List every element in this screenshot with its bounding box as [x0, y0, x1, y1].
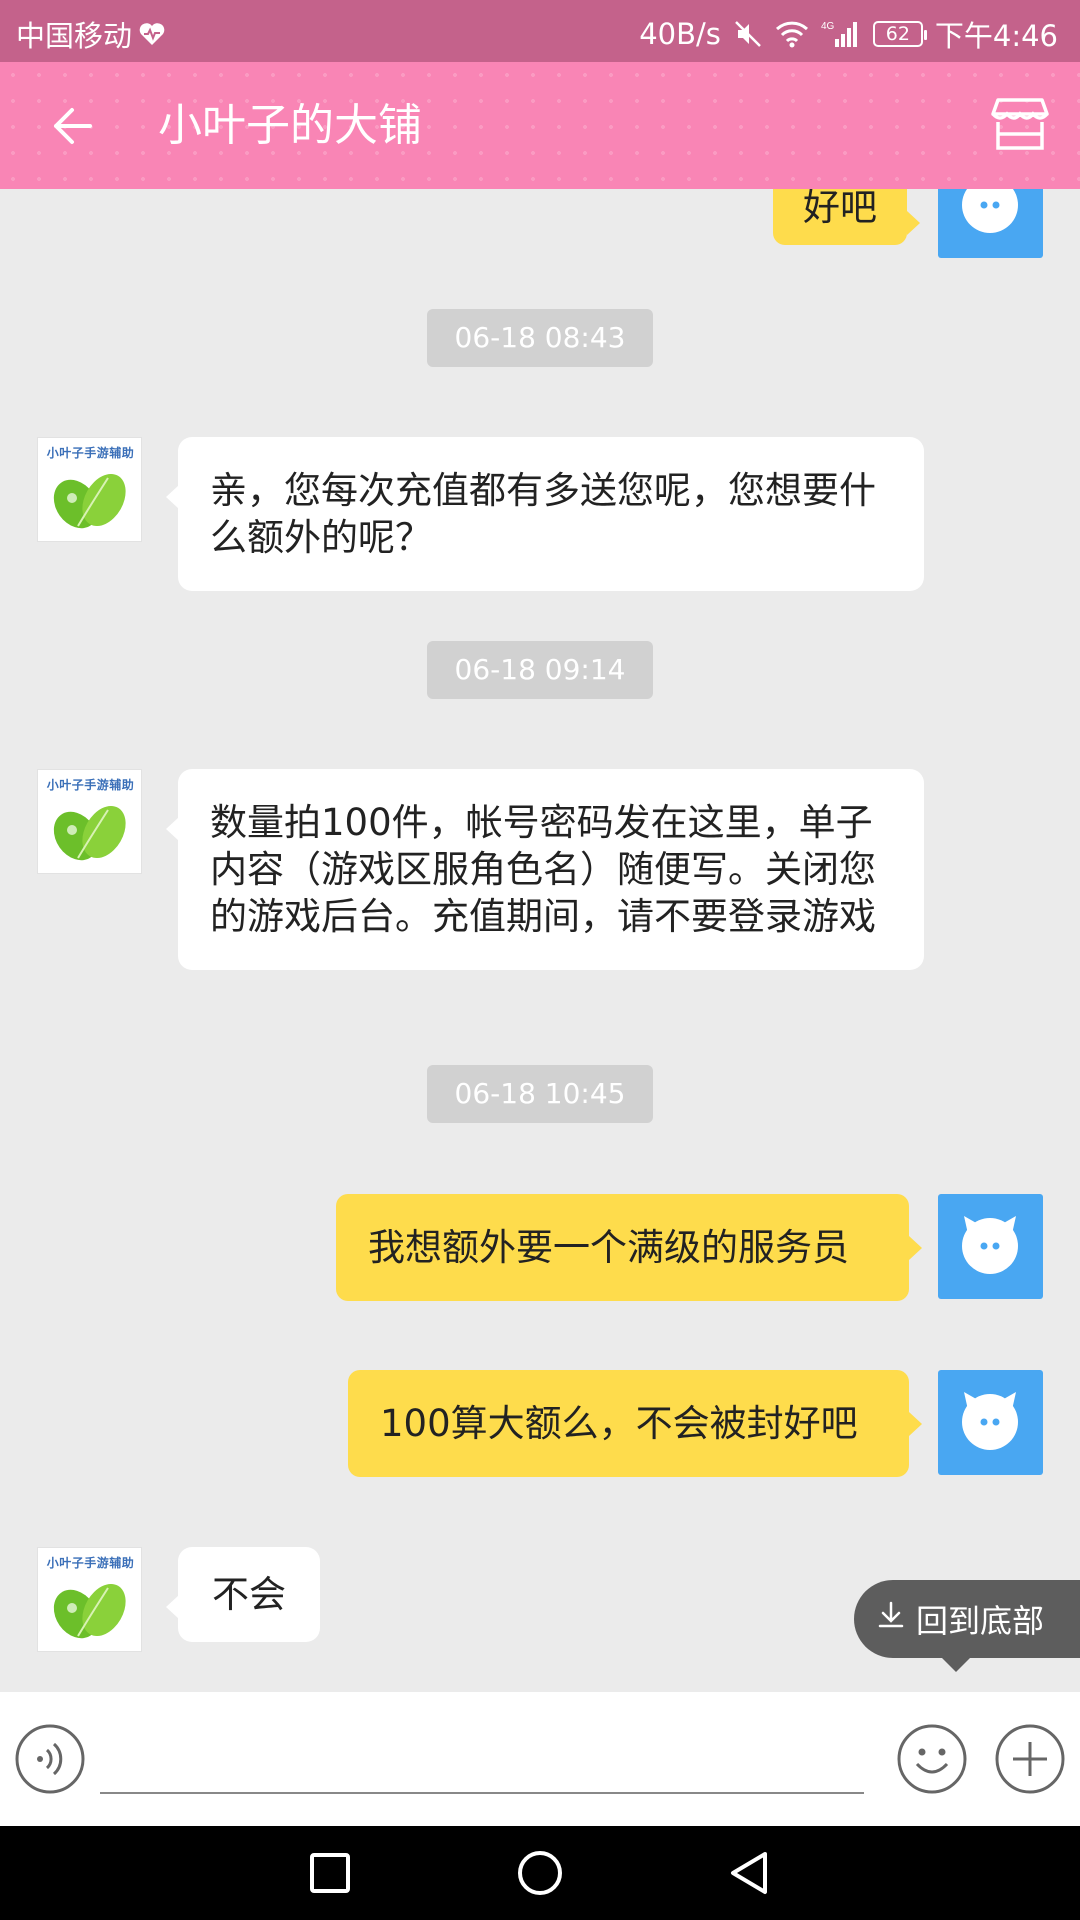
scroll-to-bottom-button[interactable]: 回到底部: [854, 1580, 1080, 1672]
timestamp: 06-18 09:14: [427, 641, 653, 699]
seller-avatar[interactable]: 小叶子手游辅助: [37, 769, 142, 874]
signal-4g-icon: 4G: [821, 19, 861, 49]
plus-icon[interactable]: [995, 1724, 1065, 1794]
leaf-logo-icon: [53, 1583, 126, 1639]
message-bubble-sent[interactable]: 好吧: [773, 189, 920, 245]
mute-icon: [733, 19, 763, 49]
scroll-to-bottom-label: 回到底部: [916, 1602, 1045, 1640]
message-text: 数量拍100件，帐号密码发在这里，单子内容（游戏区服角色名）随便写。关闭您的游戏…: [210, 801, 876, 938]
my-avatar[interactable]: [938, 189, 1043, 258]
message-bubble-received[interactable]: 数量拍100件，帐号密码发在这里，单子内容（游戏区服角色名）随便写。关闭您的游戏…: [166, 769, 924, 970]
system-navigation-bar: [0, 1826, 1080, 1920]
message-text: 我想额外要一个满级的服务员: [368, 1226, 849, 1269]
clock: 下午4:46: [934, 19, 1058, 53]
seller-avatar[interactable]: 小叶子手游辅助: [37, 437, 142, 542]
chat-header: 小叶子的大铺: [0, 62, 1080, 189]
message-text: 亲，您每次充值都有多送您呢，您想要什么额外的呢？: [210, 469, 876, 559]
storefront-icon[interactable]: [990, 96, 1050, 152]
page-title: 小叶子的大铺: [158, 100, 422, 151]
my-avatar[interactable]: [938, 1194, 1043, 1299]
voice-icon[interactable]: [15, 1724, 85, 1794]
timestamp: 06-18 08:43: [427, 309, 653, 367]
net-speed: 40B/s: [639, 17, 721, 51]
seller-avatar[interactable]: 小叶子手游辅助: [37, 1547, 142, 1652]
message-bubble-received[interactable]: 不会: [166, 1547, 320, 1642]
message-text: 100算大额么，不会被封好吧: [380, 1402, 858, 1445]
message-bubble-sent[interactable]: 100算大额么，不会被封好吧: [348, 1370, 922, 1477]
message-input[interactable]: [100, 1724, 864, 1794]
message-bubble-sent[interactable]: 我想额外要一个满级的服务员: [336, 1194, 922, 1301]
chat-message-list[interactable]: 好吧 06-18 08:43 小叶子手游辅助 亲，您每次充值都有多送您呢，您想要…: [0, 189, 1080, 1692]
back-arrow-icon[interactable]: [46, 98, 102, 154]
leaf-logo-icon: [53, 473, 126, 529]
message-input-bar: [0, 1692, 1080, 1826]
status-bar: 中国移动 40B/s 4G 62 下午4:46: [0, 0, 1080, 62]
message-bubble-received[interactable]: 亲，您每次充值都有多送您呢，您想要什么额外的呢？: [166, 437, 924, 591]
leaf-logo-icon: [53, 805, 126, 861]
emoji-icon[interactable]: [897, 1724, 967, 1794]
message-text: 不会: [212, 1573, 286, 1616]
home-circle-icon[interactable]: [515, 1848, 565, 1898]
timestamp: 06-18 10:45: [427, 1065, 653, 1123]
back-triangle-icon[interactable]: [725, 1848, 775, 1898]
wifi-icon: [775, 20, 809, 48]
arrow-down-icon: [876, 1600, 906, 1638]
battery-indicator: 62: [872, 21, 927, 47]
my-avatar[interactable]: [938, 1370, 1043, 1475]
svg-text:4G: 4G: [821, 21, 835, 32]
heart-pulse-icon: [138, 21, 166, 47]
recents-square-icon[interactable]: [305, 1848, 355, 1898]
carrier-label: 中国移动: [16, 19, 133, 53]
message-text: 好吧: [803, 189, 877, 229]
